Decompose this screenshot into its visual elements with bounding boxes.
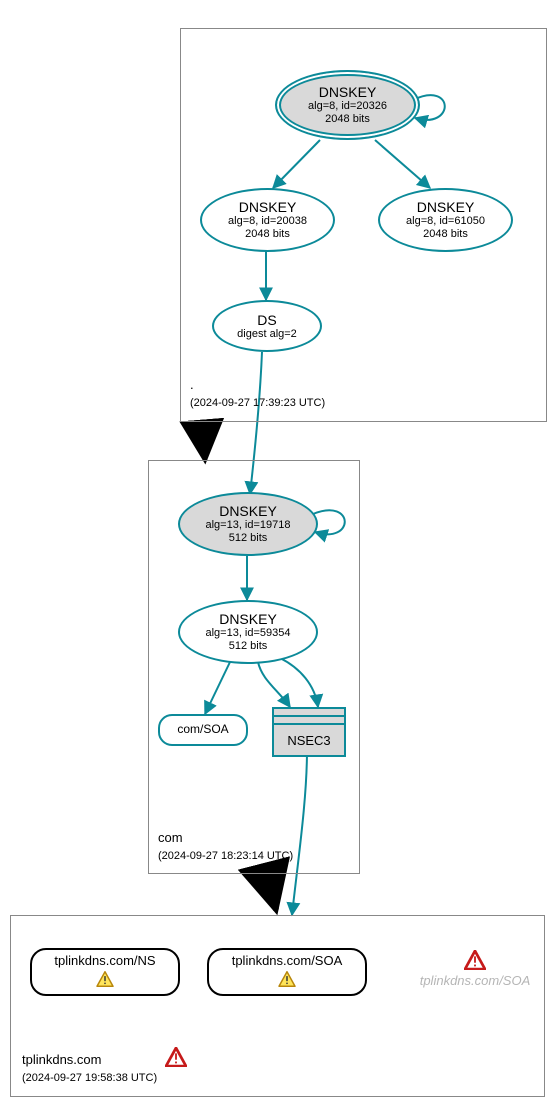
node-sub1: alg=13, id=59354 (205, 627, 290, 640)
warning-red-icon (165, 1047, 187, 1070)
node-com-soa: com/SOA (158, 714, 248, 746)
warning-yellow-icon (96, 971, 114, 991)
node-root-zsk2: DNSKEY alg=8, id=61050 2048 bits (378, 188, 513, 252)
zone-com-name: com (158, 830, 183, 845)
node-tpl-soa-faded-group: tplinkdns.com/SOA (415, 950, 535, 988)
node-title: DNSKEY (319, 84, 377, 100)
warning-red-icon (464, 950, 486, 973)
node-root-ksk: DNSKEY alg=8, id=20326 2048 bits (275, 70, 420, 140)
node-label: NSEC3 (287, 733, 330, 748)
node-sub1: alg=8, id=20038 (228, 215, 307, 228)
node-title: DNSKEY (219, 611, 277, 627)
warning-yellow-icon (278, 971, 296, 991)
node-root-ds: DS digest alg=2 (212, 300, 322, 352)
zone-root-name: . (190, 377, 194, 392)
node-sub2: 512 bits (229, 532, 268, 545)
node-title: DNSKEY (219, 503, 277, 519)
node-title: DNSKEY (239, 199, 297, 215)
zone-root-ts: (2024-09-27 17:39:23 UTC) (190, 397, 325, 409)
node-sub2: 2048 bits (423, 228, 468, 241)
node-sub2: 2048 bits (245, 228, 290, 241)
node-title: DS (257, 312, 276, 328)
node-root-zsk1: DNSKEY alg=8, id=20038 2048 bits (200, 188, 335, 252)
node-sub1: alg=8, id=61050 (406, 215, 485, 228)
node-sub1: digest alg=2 (237, 328, 297, 341)
node-nsec3: NSEC3 (272, 707, 346, 757)
node-tpl-soa: tplinkdns.com/SOA (207, 948, 367, 996)
zone-tplinkdns-box (10, 915, 545, 1097)
zone-com-ts: (2024-09-27 18:23:14 UTC) (158, 850, 293, 862)
node-sub1: alg=8, id=20326 (308, 100, 387, 113)
node-sub2: 512 bits (229, 640, 268, 653)
node-label-faded: tplinkdns.com/SOA (415, 973, 535, 988)
node-label: com/SOA (177, 723, 228, 737)
node-title: DNSKEY (417, 199, 475, 215)
node-tpl-ns: tplinkdns.com/NS (30, 948, 180, 996)
node-com-zsk: DNSKEY alg=13, id=59354 512 bits (178, 600, 318, 664)
node-label: tplinkdns.com/NS (54, 954, 155, 969)
node-label: tplinkdns.com/SOA (232, 954, 343, 969)
node-sub1: alg=13, id=19718 (205, 519, 290, 532)
node-com-ksk: DNSKEY alg=13, id=19718 512 bits (178, 492, 318, 556)
node-sub2: 2048 bits (325, 113, 370, 126)
zone-tplinkdns-ts: (2024-09-27 19:58:38 UTC) (22, 1072, 157, 1084)
zone-tplinkdns-name: tplinkdns.com (22, 1052, 101, 1067)
